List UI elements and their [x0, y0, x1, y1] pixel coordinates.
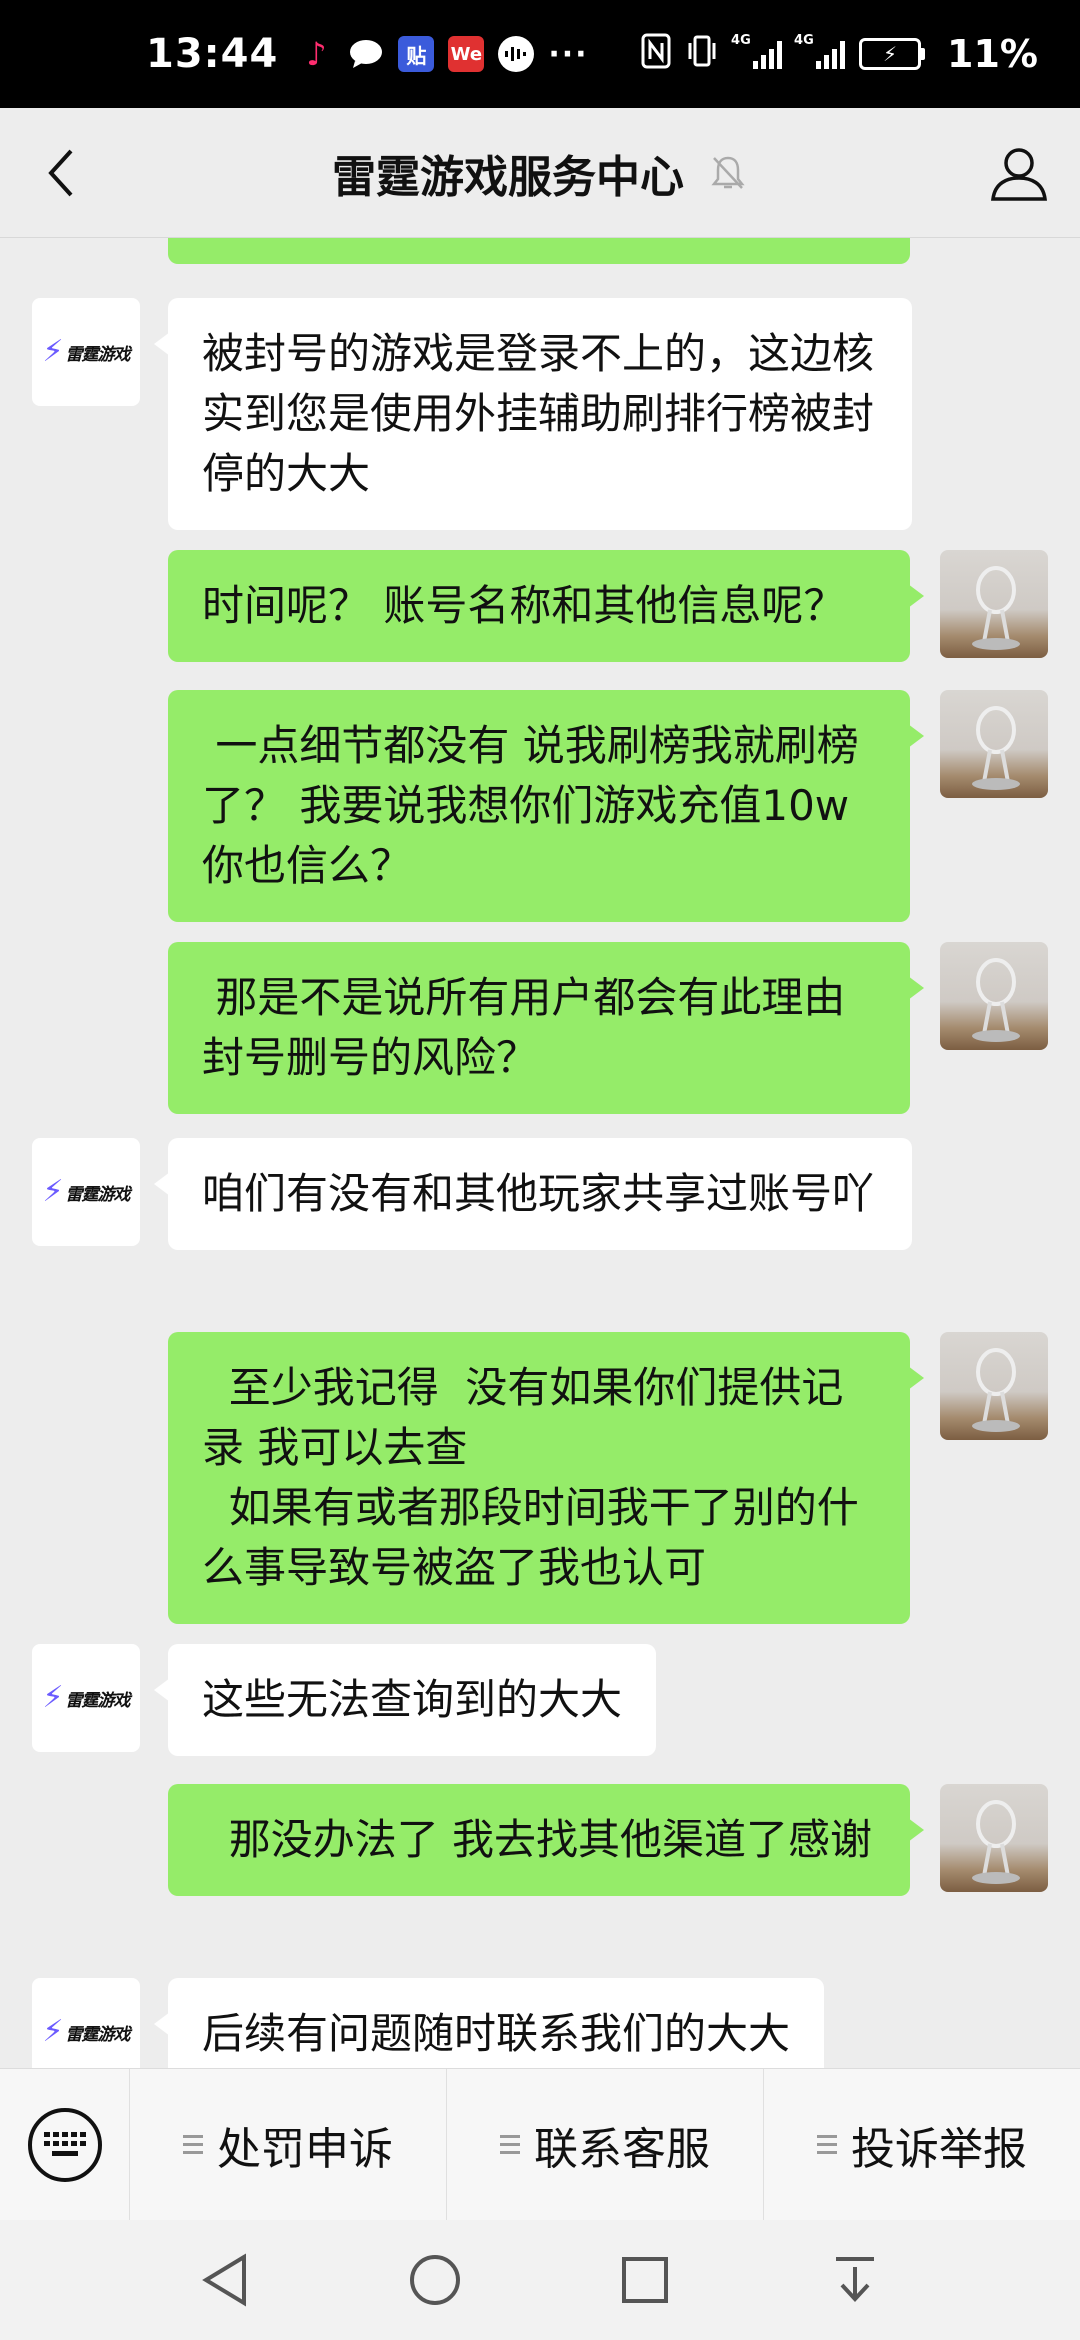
menu-lines-icon — [817, 2135, 837, 2154]
bot-avatar[interactable]: ⚡ 雷霆游戏 — [32, 1138, 140, 1246]
bot-avatar-brand: 雷霆游戏 — [65, 2024, 131, 2045]
menu-lines-icon — [183, 2135, 203, 2154]
status-bar: 13:44 ♪ 贴 We ··· 4G 4G ⚡ 11% — [0, 0, 1080, 108]
battery-percent: 11% — [947, 32, 1038, 76]
signal-icon-1: 4G — [731, 33, 783, 69]
keyboard-toggle-button[interactable] — [0, 2068, 130, 2221]
bolt-icon: ⚡ — [42, 334, 64, 369]
audio-notification-icon — [498, 36, 535, 72]
message-bubble[interactable]: 一点细节都没有 说我刷榜我就刷榜了？ 我要说我想你们游戏充值10w 你也信么？ — [168, 690, 924, 922]
user-avatar-photo — [972, 1348, 1020, 1432]
previous-message-bubble-remnant — [168, 238, 910, 264]
vibrate-icon — [685, 33, 719, 75]
chat-header: 雷霆游戏服务中心 — [0, 108, 1080, 238]
message-bubble[interactable]: 咱们有没有和其他玩家共享过账号吖 — [154, 1138, 912, 1250]
user-avatar[interactable] — [940, 550, 1048, 658]
message-bubble[interactable]: 那没办法了 我去找其他渠道了感谢 — [168, 1784, 924, 1896]
message-notification-icon — [348, 36, 384, 72]
message-bubble[interactable]: 被封号的游戏是登录不上的，这边核实到您是使用外挂辅助刷排行榜被封停的大大 — [154, 298, 912, 530]
pull-down-icon — [836, 2257, 874, 2302]
chat-messages[interactable]: ⚡ 雷霆游戏 被封号的游戏是登录不上的，这边核实到您是使用外挂辅助刷排行榜被封停… — [0, 238, 1080, 2068]
tieba-notification-icon: 贴 — [398, 36, 435, 72]
bot-avatar[interactable]: ⚡ 雷霆游戏 — [32, 298, 140, 406]
square-recents-icon — [622, 2257, 668, 2303]
muted-bell-icon — [708, 153, 748, 193]
nav-home-button[interactable] — [395, 2240, 475, 2320]
network-type-1: 4G — [731, 33, 751, 48]
user-avatar-photo — [972, 706, 1020, 790]
chevron-left-icon — [48, 149, 73, 197]
nav-notification-pull-button[interactable] — [815, 2240, 895, 2320]
message-bubble[interactable]: 那是不是说所有用户都会有此理由封号删号的风险？ — [168, 942, 924, 1114]
bolt-icon: ⚡ — [42, 2014, 64, 2049]
menu-label: 处罚申诉 — [217, 2123, 393, 2175]
nfc-icon — [641, 33, 671, 75]
bot-avatar[interactable]: ⚡ 雷霆游戏 — [32, 1644, 140, 1752]
we-notification-icon: We — [448, 36, 485, 72]
user-avatar[interactable] — [940, 942, 1048, 1050]
message-bubble[interactable]: 时间呢？ 账号名称和其他信息呢？ — [168, 550, 924, 662]
triangle-back-icon — [202, 2253, 246, 2307]
user-avatar-photo — [972, 566, 1020, 650]
keyboard-icon — [27, 2107, 102, 2182]
bot-avatar-brand: 雷霆游戏 — [65, 1184, 131, 1205]
user-avatar-photo — [972, 958, 1020, 1042]
system-navigation-bar — [0, 2220, 1080, 2340]
menu-lines-icon — [500, 2135, 520, 2154]
bot-avatar-brand: 雷霆游戏 — [65, 344, 131, 365]
menu-complaint-report[interactable]: 投诉举报 — [764, 2069, 1080, 2221]
title-wrap: 雷霆游戏服务中心 — [332, 141, 748, 205]
menu-contact-support[interactable]: 联系客服 — [447, 2068, 764, 2221]
user-avatar[interactable] — [940, 1332, 1048, 1440]
user-avatar-photo — [972, 1800, 1020, 1884]
message-bubble[interactable]: 至少我记得 没有如果你们提供记录 我可以去查 如果有或者那段时间我干了别的什么事… — [168, 1332, 924, 1624]
service-menu-bar: 处罚申诉 联系客服 投诉举报 — [0, 2068, 1080, 2221]
bot-avatar-brand: 雷霆游戏 — [65, 1690, 131, 1711]
menu-label: 投诉举报 — [851, 2123, 1027, 2175]
tiktok-notification-icon: ♪ — [298, 35, 335, 73]
signal-icon-2: 4G — [794, 33, 846, 69]
bot-avatar[interactable]: ⚡ 雷霆游戏 — [32, 1978, 140, 2068]
status-time: 13:44 — [146, 31, 279, 77]
status-right: 4G 4G ⚡ 11% — [641, 32, 1038, 76]
more-notifications-icon: ··· — [548, 36, 589, 72]
message-bubble[interactable]: 这些无法查询到的大大 — [153, 1644, 657, 1756]
network-type-2: 4G — [794, 33, 814, 48]
chat-title: 雷霆游戏服务中心 — [332, 151, 684, 203]
battery-icon: ⚡ — [859, 38, 926, 70]
user-avatar[interactable] — [940, 1784, 1048, 1892]
nav-back-button[interactable] — [185, 2240, 265, 2320]
message-bubble[interactable]: 后续有问题随时联系我们的大大 — [153, 1978, 825, 2068]
circle-home-icon — [410, 2255, 460, 2305]
menu-label: 联系客服 — [534, 2123, 710, 2175]
chat-info-button[interactable] — [984, 138, 1054, 208]
bolt-icon: ⚡ — [42, 1680, 64, 1715]
back-button[interactable] — [26, 138, 96, 208]
bolt-icon: ⚡ — [42, 1174, 64, 1209]
user-avatar[interactable] — [940, 690, 1048, 798]
status-left: 13:44 ♪ 贴 We ··· — [146, 31, 589, 77]
menu-penalty-appeal[interactable]: 处罚申诉 — [130, 2068, 447, 2221]
person-icon — [991, 148, 1047, 201]
nav-recents-button[interactable] — [605, 2240, 685, 2320]
